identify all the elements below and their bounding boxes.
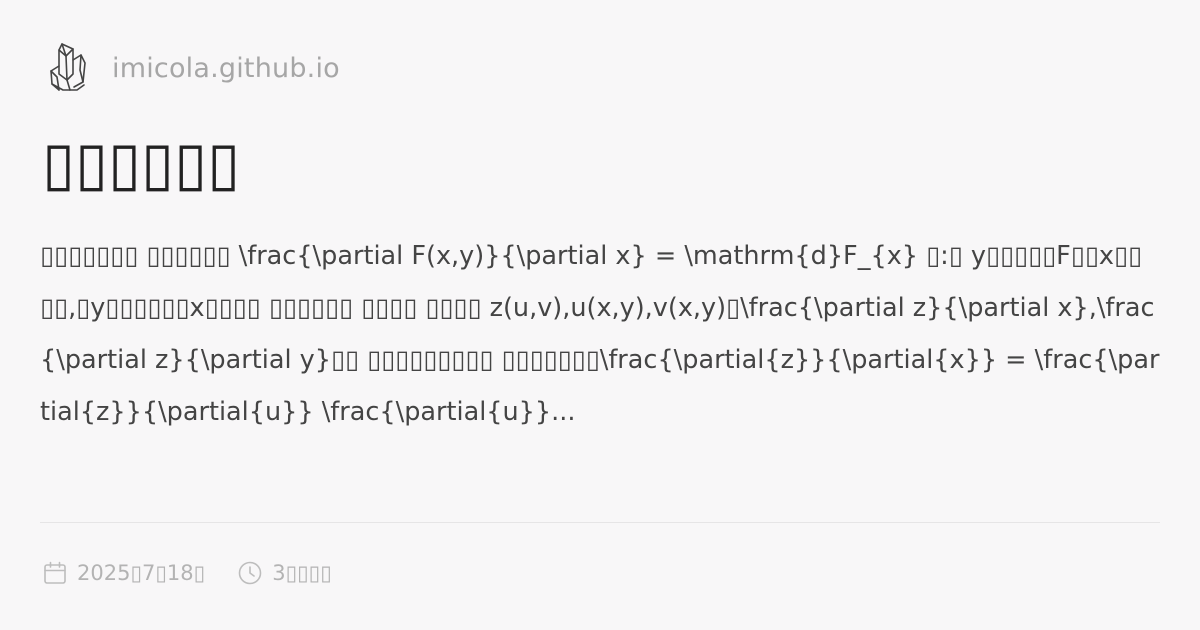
site-name[interactable]: imicola.github.io [112, 53, 340, 84]
post-excerpt: ▯▯▯▯▯▯▯ ▯▯▯▯▯▯ \frac{\partial F(x,y)}{\p… [40, 241, 1160, 427]
clock-icon [238, 561, 262, 585]
divider [40, 522, 1160, 523]
site-header: imicola.github.io [46, 40, 340, 96]
read-time-text: 3▯▯▯▯ [272, 561, 332, 585]
publish-date: 2025▯7▯18▯ [42, 560, 205, 586]
calendar-icon [44, 561, 66, 584]
post-meta: 2025▯7▯18▯ 3▯▯▯▯ [42, 557, 332, 589]
post-title: ▯▯▯▯▯▯ [42, 129, 241, 199]
read-time: 3▯▯▯▯ [237, 560, 332, 586]
publish-date-text: 2025▯7▯18▯ [77, 561, 206, 585]
crystal-cluster-logo-icon[interactable] [46, 40, 90, 96]
